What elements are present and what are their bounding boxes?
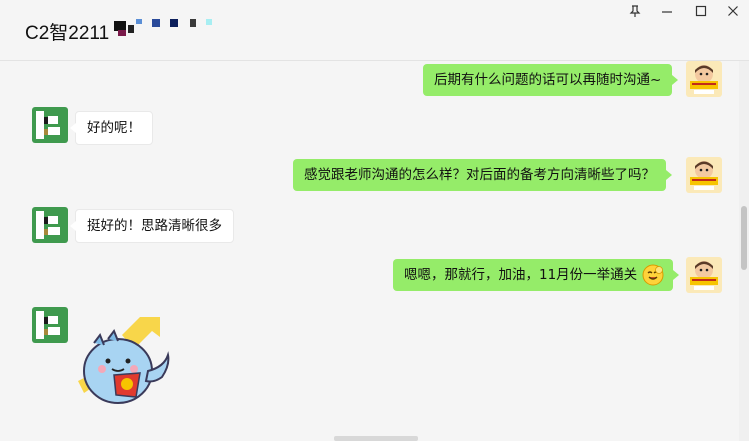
input-resize-handle[interactable] bbox=[334, 436, 418, 441]
pin-icon bbox=[629, 4, 641, 17]
my-avatar[interactable] bbox=[686, 157, 722, 193]
maximize-icon bbox=[695, 5, 707, 17]
contact-avatar[interactable] bbox=[32, 307, 68, 343]
close-button[interactable] bbox=[722, 3, 744, 19]
outgoing-message-bubble[interactable]: 嗯嗯，那就行，加油，11月份一举通关 bbox=[393, 259, 680, 291]
pin-button[interactable] bbox=[624, 3, 646, 19]
message-text: 感觉跟老师沟通的怎么样？对后面的备考方向清晰些了吗？ bbox=[304, 167, 655, 183]
contact-avatar[interactable] bbox=[32, 207, 68, 243]
chat-scrollbar[interactable] bbox=[739, 61, 749, 441]
incoming-message-bubble[interactable]: 好的呢！ bbox=[70, 111, 153, 145]
scrollbar-thumb[interactable] bbox=[741, 206, 747, 270]
close-icon bbox=[728, 6, 738, 16]
minimize-icon bbox=[662, 11, 672, 13]
chat-messages[interactable]: 后期有什么问题的话可以再随时沟通~ 好的呢！ 感觉跟老师沟通的怎么样？对后面的备… bbox=[0, 61, 739, 441]
message-text: 嗯嗯，那就行，加油，11月份一举通关 bbox=[404, 267, 638, 283]
cheer-emoji-icon bbox=[642, 264, 664, 286]
contact-avatar[interactable] bbox=[32, 107, 68, 143]
message-text: 挺好的！思路清晰很多 bbox=[87, 218, 222, 234]
chat-title: C2智2211 bbox=[25, 23, 110, 44]
title-bar: C2智2211 bbox=[0, 0, 749, 61]
outgoing-message-bubble[interactable]: 感觉跟老师沟通的怎么样？对后面的备考方向清晰些了吗？ bbox=[293, 159, 672, 191]
incoming-message-bubble[interactable]: 挺好的！思路清晰很多 bbox=[70, 209, 234, 243]
minimize-button[interactable] bbox=[656, 3, 678, 19]
message-text: 好的呢！ bbox=[87, 120, 141, 136]
blue-dinosaur-cheer-sticker[interactable] bbox=[74, 311, 178, 407]
message-text: 后期有什么问题的话可以再随时沟通~ bbox=[434, 72, 662, 88]
redacted-name bbox=[112, 19, 232, 37]
my-avatar[interactable] bbox=[686, 61, 722, 97]
my-avatar[interactable] bbox=[686, 257, 722, 293]
outgoing-message-bubble[interactable]: 后期有什么问题的话可以再随时沟通~ bbox=[423, 64, 679, 96]
maximize-button[interactable] bbox=[690, 3, 712, 19]
